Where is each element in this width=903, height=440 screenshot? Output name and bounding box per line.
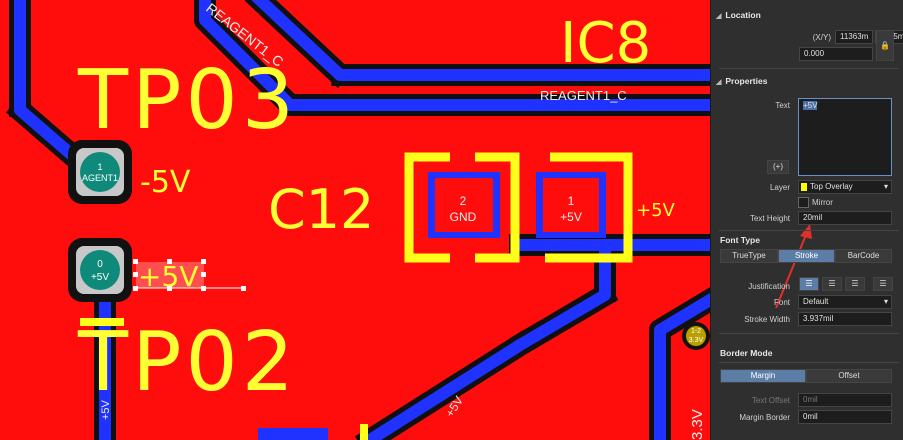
tab-margin[interactable]: Margin	[720, 369, 806, 383]
tp02-pad[interactable]	[80, 250, 120, 290]
mirror-label: Mirror	[812, 198, 833, 207]
layer-color-swatch	[801, 183, 807, 191]
trace-label-vert-left: +5V	[100, 399, 112, 420]
chevron-down-icon: ▾	[883, 297, 888, 306]
pcb-canvas[interactable]: IC8 TP03 TP02 C12 -5V +5V REAGENT1_C REA…	[0, 0, 710, 440]
tp02-pad-number: 0	[97, 259, 103, 270]
tp03-pad-number: 1	[97, 162, 102, 172]
collapse-arrow-icon: ◢	[716, 79, 722, 86]
c12-pad-1-net: +5V	[560, 210, 582, 224]
justify-center-icon[interactable]: ☰	[822, 277, 842, 291]
tp02-pad-net: +5V	[91, 272, 109, 283]
font-label: Font	[773, 298, 790, 307]
mirror-checkbox[interactable]	[798, 197, 809, 208]
pad-3v3-net: 3.3V	[689, 337, 704, 344]
font-type-title: Font Type	[720, 235, 760, 245]
font-value: Default	[803, 297, 829, 306]
rotation-field[interactable]: 0.000	[799, 47, 873, 61]
text-height-label: Text Height	[749, 214, 790, 223]
text-value-field[interactable]: +5V	[798, 98, 892, 176]
location-section-header[interactable]: ◢ Location	[711, 10, 903, 20]
pcb-drawing: IC8 TP03 TP02 C12 -5V +5V REAGENT1_C REA…	[9, 0, 710, 440]
location-title: Location	[725, 10, 761, 20]
layer-select[interactable]: Top Overlay ▾	[798, 180, 892, 194]
c12-pad-1-number: 1	[568, 194, 575, 208]
pad-3v3-number: 1-2	[691, 328, 701, 335]
stroke-width-label: Stroke Width	[744, 315, 790, 324]
collapse-arrow-icon: ◢	[716, 13, 722, 20]
tp03-pad[interactable]	[80, 152, 120, 192]
silk-stub	[360, 424, 368, 440]
bottom-copper	[258, 428, 328, 440]
tp02-silk-bar	[80, 318, 124, 326]
c12-pad-2-number: 2	[460, 194, 467, 208]
tp02-designator: TP02	[77, 315, 298, 410]
border-mode-title: Border Mode	[720, 348, 773, 358]
special-string-button[interactable]: (+)	[767, 160, 789, 174]
font-select[interactable]: Default ▾	[798, 295, 892, 309]
text-offset-field[interactable]: 0mil	[798, 393, 892, 407]
chevron-down-icon: ▾	[883, 182, 888, 191]
justify-full-icon[interactable]: ☰	[873, 277, 893, 291]
properties-section-header[interactable]: ◢ Properties	[711, 76, 903, 86]
properties-title: Properties	[725, 76, 768, 86]
c12-designator: C12	[268, 178, 374, 241]
text-value: +5V	[803, 101, 818, 110]
lock-icon[interactable]: 🔒	[876, 30, 894, 61]
x-field[interactable]: 11363m	[835, 30, 873, 44]
stroke-width-field[interactable]: 3.937mil	[798, 312, 892, 326]
justify-left-icon[interactable]: ☰	[799, 277, 819, 291]
c12-pad-2-net: GND	[450, 210, 477, 224]
tab-truetype[interactable]: TrueType	[720, 249, 778, 263]
tab-barcode[interactable]: BarCode	[835, 249, 892, 263]
tab-stroke[interactable]: Stroke	[778, 249, 835, 263]
ic8-designator: IC8	[560, 11, 651, 76]
properties-panel: ◢Location (X/Y) 11363m 7845mil Rotation …	[710, 0, 903, 440]
margin-border-field[interactable]: 0mil	[798, 410, 892, 424]
tp03-pad-net: AGENT1	[82, 173, 118, 183]
net-label-reagent-mid: REAGENT1_C	[540, 88, 627, 103]
justify-right-icon[interactable]: ☰	[845, 277, 865, 291]
layer-value: Top Overlay	[810, 182, 853, 191]
tp03-designator: TP03	[77, 53, 298, 148]
margin-border-label: Margin Border	[739, 413, 790, 422]
layer-label: Layer	[769, 183, 790, 192]
trace-label-vert-right: 3.3V	[689, 409, 706, 440]
minus5v-label: -5V	[140, 165, 191, 200]
xy-label: (X/Y)	[812, 33, 831, 42]
tab-offset[interactable]: Offset	[806, 369, 892, 383]
text-offset-label: Text Offset	[751, 396, 790, 405]
justification-label: Justification	[748, 282, 790, 291]
text-label: Text	[775, 101, 790, 110]
text-height-field[interactable]: 20mil	[798, 211, 892, 225]
plus5v-right-label: +5V	[636, 200, 676, 221]
